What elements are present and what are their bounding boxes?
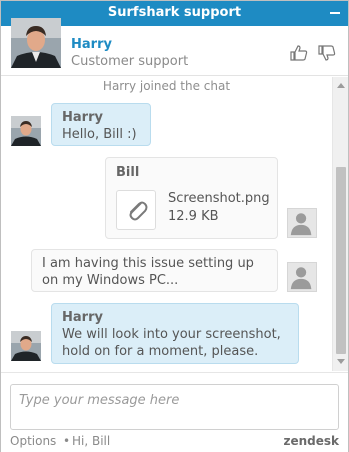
composer: Options • Hi, Bill zendesk [1, 372, 348, 452]
visitor-message-bubble: I am having this issue setting up on my … [31, 249, 278, 292]
file-name[interactable]: Screenshot.png [168, 190, 270, 207]
message-text: Hello, Bill :) [62, 127, 137, 142]
agent-name: Harry [71, 37, 112, 52]
attachment-thumbnail[interactable] [116, 190, 156, 230]
footer: Options • Hi, Bill zendesk [10, 434, 339, 450]
user-silhouette-icon [290, 267, 312, 290]
message-text: hold on for a moment, please. [62, 344, 259, 359]
agent-avatar [11, 116, 41, 146]
agent-message-bubble: Harry We will look into your screenshot,… [51, 303, 299, 364]
options-link[interactable]: Options [10, 434, 56, 448]
message-input[interactable] [10, 384, 339, 430]
message-text: I am having this issue setting up [42, 256, 254, 271]
message-list[interactable]: Harry joined the chat Harry Hello, Bill … [1, 77, 332, 371]
scroll-up-icon[interactable] [337, 83, 345, 88]
message-text: on my Windows PC... [42, 273, 179, 288]
agent-header: Harry Customer support [1, 18, 348, 76]
agent-avatar [11, 18, 61, 68]
footer-separator: • [63, 434, 71, 448]
message-sender: Harry [62, 110, 103, 125]
scroll-thumb[interactable] [336, 167, 346, 354]
agent-role: Customer support [71, 54, 189, 69]
message-sender: Harry [62, 310, 103, 325]
file-size: 12.9 KB [168, 209, 219, 224]
message-scrollbar[interactable] [332, 77, 348, 371]
visitor-greeting[interactable]: Hi, Bill [72, 434, 110, 448]
thumbs-down-icon[interactable] [318, 45, 336, 61]
user-silhouette-icon [290, 213, 312, 236]
zendesk-logo[interactable]: zendesk [283, 434, 339, 448]
message-sender: Bill [116, 165, 140, 180]
visitor-avatar [287, 208, 317, 238]
file-attachment[interactable]: Screenshot.png 12.9 KB [116, 184, 271, 235]
agent-message-bubble: Harry Hello, Bill :) [51, 103, 151, 146]
thumbs-up-icon[interactable] [290, 45, 308, 61]
scroll-down-icon[interactable] [337, 359, 345, 364]
paperclip-icon [129, 201, 148, 221]
agent-avatar [11, 331, 41, 361]
chat-widget: Surfshark support Harry Customer support… [0, 0, 349, 452]
minus-icon[interactable] [328, 5, 342, 19]
system-message: Harry joined the chat [102, 79, 231, 93]
visitor-message-bubble: Bill Screenshot.png 12.9 KB [105, 157, 278, 239]
message-text: We will look into your screenshot, [62, 327, 281, 342]
visitor-avatar [287, 262, 317, 292]
